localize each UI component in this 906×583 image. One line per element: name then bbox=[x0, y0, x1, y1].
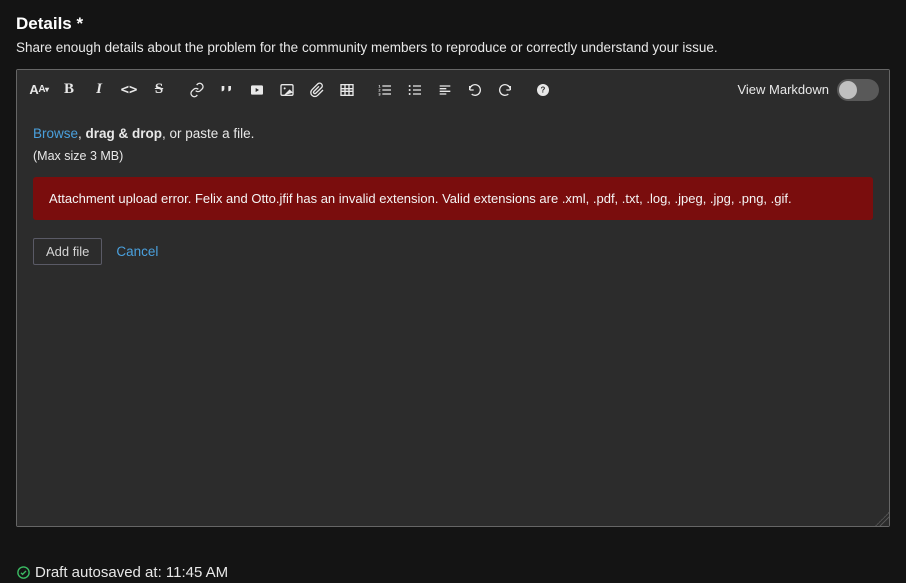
image-icon[interactable] bbox=[275, 78, 299, 102]
help-icon[interactable]: ? bbox=[531, 78, 555, 102]
max-size-label: (Max size 3 MB) bbox=[33, 149, 873, 163]
svg-text:3: 3 bbox=[378, 91, 381, 96]
view-markdown-label: View Markdown bbox=[737, 82, 829, 97]
drop-instructions: Browse, drag & drop, or paste a file. bbox=[33, 126, 873, 141]
section-subtitle: Share enough details about the problem f… bbox=[16, 40, 890, 55]
link-icon[interactable] bbox=[185, 78, 209, 102]
quote-icon[interactable] bbox=[215, 78, 239, 102]
upload-error-banner: Attachment upload error. Felix and Otto.… bbox=[33, 177, 873, 220]
check-circle-icon bbox=[16, 565, 31, 580]
section-title: Details * bbox=[16, 14, 890, 34]
code-button[interactable]: <> bbox=[117, 78, 141, 102]
view-markdown-toggle[interactable] bbox=[837, 79, 879, 101]
attach-icon[interactable] bbox=[305, 78, 329, 102]
redo-icon[interactable] bbox=[493, 78, 517, 102]
bold-button[interactable]: B bbox=[57, 78, 81, 102]
add-file-button[interactable]: Add file bbox=[33, 238, 102, 265]
unordered-list-icon[interactable] bbox=[403, 78, 427, 102]
undo-icon[interactable] bbox=[463, 78, 487, 102]
autosave-status: Draft autosaved at: 11:45 AM bbox=[16, 564, 228, 581]
resize-grip-icon[interactable] bbox=[875, 512, 889, 526]
editor-container: AA▾ B I <> S bbox=[16, 69, 890, 527]
table-icon[interactable] bbox=[335, 78, 359, 102]
svg-text:?: ? bbox=[541, 85, 546, 94]
browse-link[interactable]: Browse bbox=[33, 126, 78, 141]
font-size-button[interactable]: AA▾ bbox=[27, 78, 51, 102]
align-icon[interactable] bbox=[433, 78, 457, 102]
cancel-button[interactable]: Cancel bbox=[116, 244, 158, 259]
editor-toolbar: AA▾ B I <> S bbox=[17, 70, 889, 110]
italic-button[interactable]: I bbox=[87, 78, 111, 102]
video-icon[interactable] bbox=[245, 78, 269, 102]
ordered-list-icon[interactable]: 123 bbox=[373, 78, 397, 102]
file-drop-zone[interactable]: Browse, drag & drop, or paste a file. (M… bbox=[17, 110, 889, 279]
editor-textarea[interactable] bbox=[17, 279, 889, 526]
strike-button[interactable]: S bbox=[147, 78, 171, 102]
